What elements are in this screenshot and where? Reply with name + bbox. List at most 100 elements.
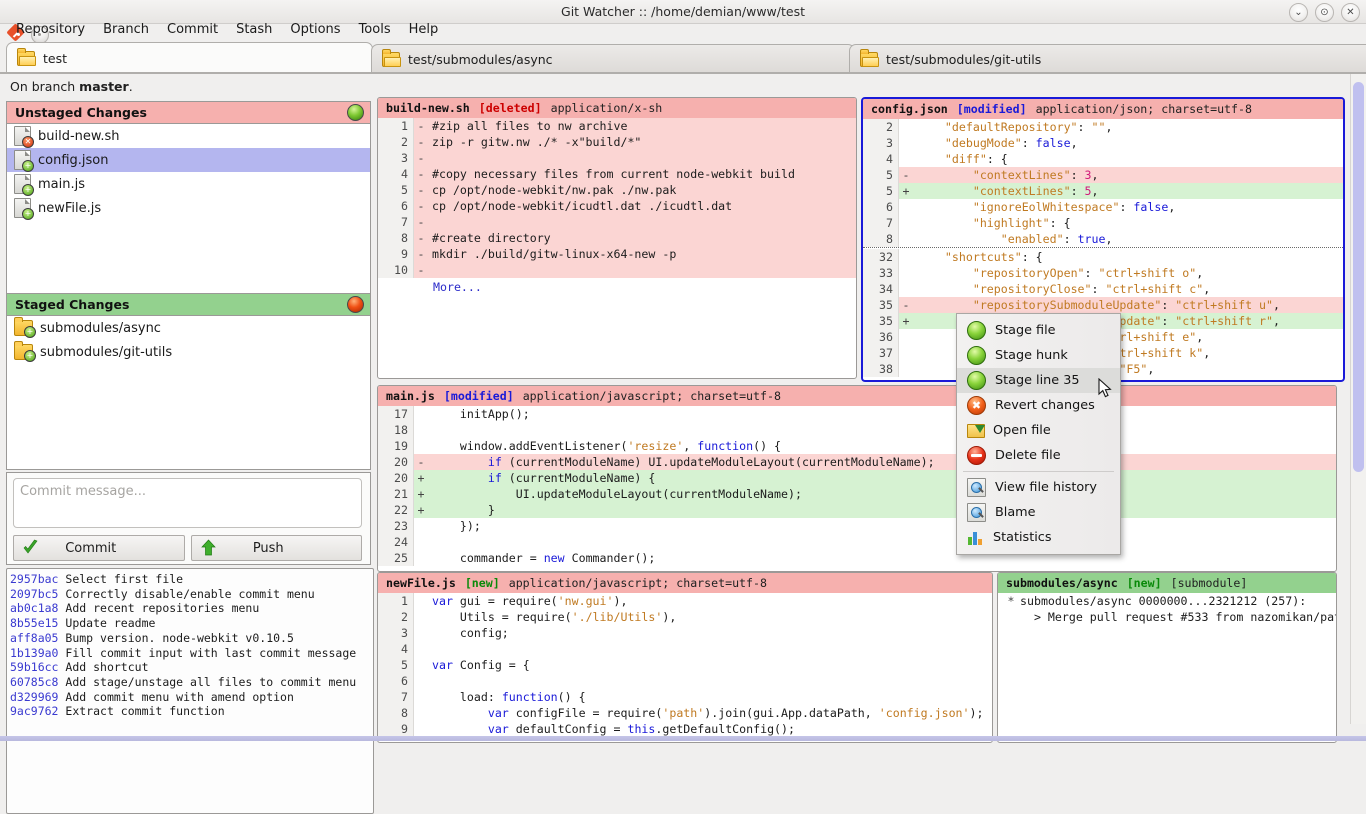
diff-panel-newfile-js[interactable]: newFile.js [new] application/javascript;… (377, 572, 993, 743)
stage-all-icon[interactable] (347, 104, 364, 121)
list-item[interactable]: + submodules/git-utils (7, 340, 370, 364)
menu-item-stage-line[interactable]: Stage line 35 (957, 368, 1120, 393)
diff-line[interactable]: 25 commander = new Commander(); (378, 550, 1336, 566)
commit-log-list[interactable]: 2957bac Select first file 2097bc5 Correc… (6, 568, 374, 814)
diff-line[interactable]: 8 var configFile = require('path').join(… (378, 705, 992, 721)
menu-stash[interactable]: Stash (227, 21, 281, 38)
push-button[interactable]: Push (191, 535, 363, 561)
diff-line[interactable]: 35- "repositorySubmoduleUpdate": "ctrl+s… (863, 297, 1343, 313)
diff-body[interactable]: *submodules/async 0000000...2321212 (257… (998, 593, 1336, 625)
commit-button[interactable]: Commit (13, 535, 185, 561)
diff-panel-submodule-async[interactable]: submodules/async [new] [submodule] *subm… (997, 572, 1337, 743)
diff-line[interactable]: 5-cp /opt/node-webkit/nw.pak ./nw.pak (378, 182, 856, 198)
diff-line[interactable]: 8-#create directory (378, 230, 856, 246)
diff-line[interactable]: 7 "highlight": { (863, 215, 1343, 231)
list-item[interactable]: 59b16cc Add shortcut (10, 660, 373, 675)
diff-line[interactable]: 33 "repositoryOpen": "ctrl+shift o", (863, 265, 1343, 281)
diff-line[interactable]: 4 "diff": { (863, 151, 1343, 167)
diff-line[interactable]: 7 load: function() { (378, 689, 992, 705)
diff-line[interactable]: 7- (378, 214, 856, 230)
diff-line[interactable]: 10- (378, 262, 856, 278)
diff-line[interactable]: 17 initApp(); (378, 406, 1336, 422)
menu-repository[interactable]: Repository (7, 21, 94, 38)
menu-item-view-file-history[interactable]: View file history (957, 475, 1120, 500)
tab-submodules-async[interactable]: test/submodules/async (371, 44, 855, 73)
diff-line[interactable]: > Merge pull request #533 from nazomikan… (998, 609, 1336, 625)
list-item[interactable]: 2957bac Select first file (10, 572, 373, 587)
menu-branch[interactable]: Branch (94, 21, 158, 38)
main-scrollbar[interactable] (1350, 74, 1366, 724)
menu-item-statistics[interactable]: Statistics (957, 525, 1120, 550)
list-item[interactable]: + newFile.js (7, 196, 370, 220)
tab-test[interactable]: test (6, 42, 373, 73)
menu-tools[interactable]: Tools (350, 21, 400, 38)
list-item[interactable]: 60785c8 Add stage/unstage all files to c… (10, 675, 373, 690)
menu-item-blame[interactable]: Blame (957, 500, 1120, 525)
diff-body[interactable]: 1-#zip all files to nw archive2-zip -r g… (378, 118, 856, 278)
list-item[interactable]: ✕ build-new.sh (7, 124, 370, 148)
diff-line[interactable]: 24 (378, 534, 1336, 550)
menu-item-stage-file[interactable]: Stage file (957, 318, 1120, 343)
staged-changes-header[interactable]: Staged Changes (7, 294, 370, 316)
unstage-all-icon[interactable] (347, 296, 364, 313)
diff-line[interactable]: 18 (378, 422, 1336, 438)
diff-line[interactable]: 4-#copy necessary files from current nod… (378, 166, 856, 182)
diff-line[interactable]: 9-mkdir ./build/gitw-linux-x64-new -p (378, 246, 856, 262)
diff-code: "shortcuts": { (913, 249, 1343, 265)
menu-item-revert-changes[interactable]: ✖ Revert changes (957, 393, 1120, 418)
list-item[interactable]: d329969 Add commit menu with amend optio… (10, 690, 373, 705)
diff-line[interactable]: 3- (378, 150, 856, 166)
list-item[interactable]: + submodules/async (7, 316, 370, 340)
list-item[interactable]: aff8a05 Bump version. node-webkit v0.10.… (10, 631, 373, 646)
list-item[interactable]: 2097bc5 Correctly disable/enable commit … (10, 587, 373, 602)
list-item[interactable]: 1b139a0 Fill commit input with last comm… (10, 646, 373, 661)
diff-line[interactable]: 23 }); (378, 518, 1336, 534)
diff-panel-build-new-sh[interactable]: build-new.sh [deleted] application/x-sh … (377, 97, 857, 379)
diff-body[interactable]: 17 initApp();1819 window.addEventListene… (378, 406, 1336, 566)
diff-line[interactable]: 20- if (currentModuleName) UI.updateModu… (378, 454, 1336, 470)
list-item[interactable]: + config.json (7, 148, 370, 172)
list-item[interactable]: + main.js (7, 172, 370, 196)
list-item[interactable]: 9ac9762 Extract commit function (10, 704, 373, 719)
diff-line[interactable]: 6 (378, 673, 992, 689)
list-item[interactable]: ab0c1a8 Add recent repositories menu (10, 601, 373, 616)
menu-options[interactable]: Options (281, 21, 349, 38)
diff-line[interactable]: 5+ "contextLines": 5, (863, 183, 1343, 199)
diff-line[interactable]: 5var Config = { (378, 657, 992, 673)
diff-more-link[interactable]: More... (378, 278, 856, 296)
diff-line[interactable]: 3 "debugMode": false, (863, 135, 1343, 151)
diff-body[interactable]: 1var gui = require('nw.gui'),2 Utils = r… (378, 593, 992, 737)
scrollbar-thumb[interactable] (1353, 82, 1364, 472)
diff-line[interactable]: 20+ if (currentModuleName) { (378, 470, 1336, 486)
diff-line[interactable]: 21+ UI.updateModuleLayout(currentModuleN… (378, 486, 1336, 502)
diff-line[interactable]: 2 Utils = require('./lib/Utils'), (378, 609, 992, 625)
diff-panel-main-js[interactable]: main.js [modified] application/javascrip… (377, 385, 1337, 572)
diff-line[interactable]: 1var gui = require('nw.gui'), (378, 593, 992, 609)
diff-line[interactable]: 4 (378, 641, 992, 657)
diff-line[interactable]: 6 "ignoreEolWhitespace": false, (863, 199, 1343, 215)
unstaged-changes-header[interactable]: Unstaged Changes (7, 102, 370, 124)
commit-message-input[interactable] (13, 478, 362, 528)
menu-item-delete-file[interactable]: Delete file (957, 443, 1120, 468)
diff-line[interactable]: 1-#zip all files to nw archive (378, 118, 856, 134)
diff-line[interactable]: 5- "contextLines": 3, (863, 167, 1343, 183)
diff-line[interactable]: 32 "shortcuts": { (863, 249, 1343, 265)
menu-item-open-file[interactable]: Open file (957, 418, 1120, 443)
diff-line[interactable]: *submodules/async 0000000...2321212 (257… (998, 593, 1336, 609)
list-item[interactable]: 8b55e15 Update readme (10, 616, 373, 631)
diff-line[interactable]: 34 "repositoryClose": "ctrl+shift c", (863, 281, 1343, 297)
menu-commit[interactable]: Commit (158, 21, 227, 38)
diff-line[interactable]: 9 var defaultConfig = this.getDefaultCon… (378, 721, 992, 737)
menu-help[interactable]: Help (400, 21, 448, 38)
context-menu[interactable]: Stage file Stage hunk Stage line 35 ✖ Re… (956, 313, 1121, 555)
diff-line[interactable]: 3 config; (378, 625, 992, 641)
diff-line[interactable]: 2-zip -r gitw.nw ./* -x"build/*" (378, 134, 856, 150)
menu-item-stage-hunk[interactable]: Stage hunk (957, 343, 1120, 368)
diff-line[interactable]: 8 "enabled": true, (863, 231, 1343, 247)
line-number: 35 (863, 297, 899, 313)
diff-line[interactable]: 19 window.addEventListener('resize', fun… (378, 438, 1336, 454)
diff-line[interactable]: 2 "defaultRepository": "", (863, 119, 1343, 135)
diff-line[interactable]: 22+ } (378, 502, 1336, 518)
diff-line[interactable]: 6-cp /opt/node-webkit/icudtl.dat ./icudt… (378, 198, 856, 214)
tab-submodules-git-utils[interactable]: test/submodules/git-utils (849, 44, 1366, 73)
